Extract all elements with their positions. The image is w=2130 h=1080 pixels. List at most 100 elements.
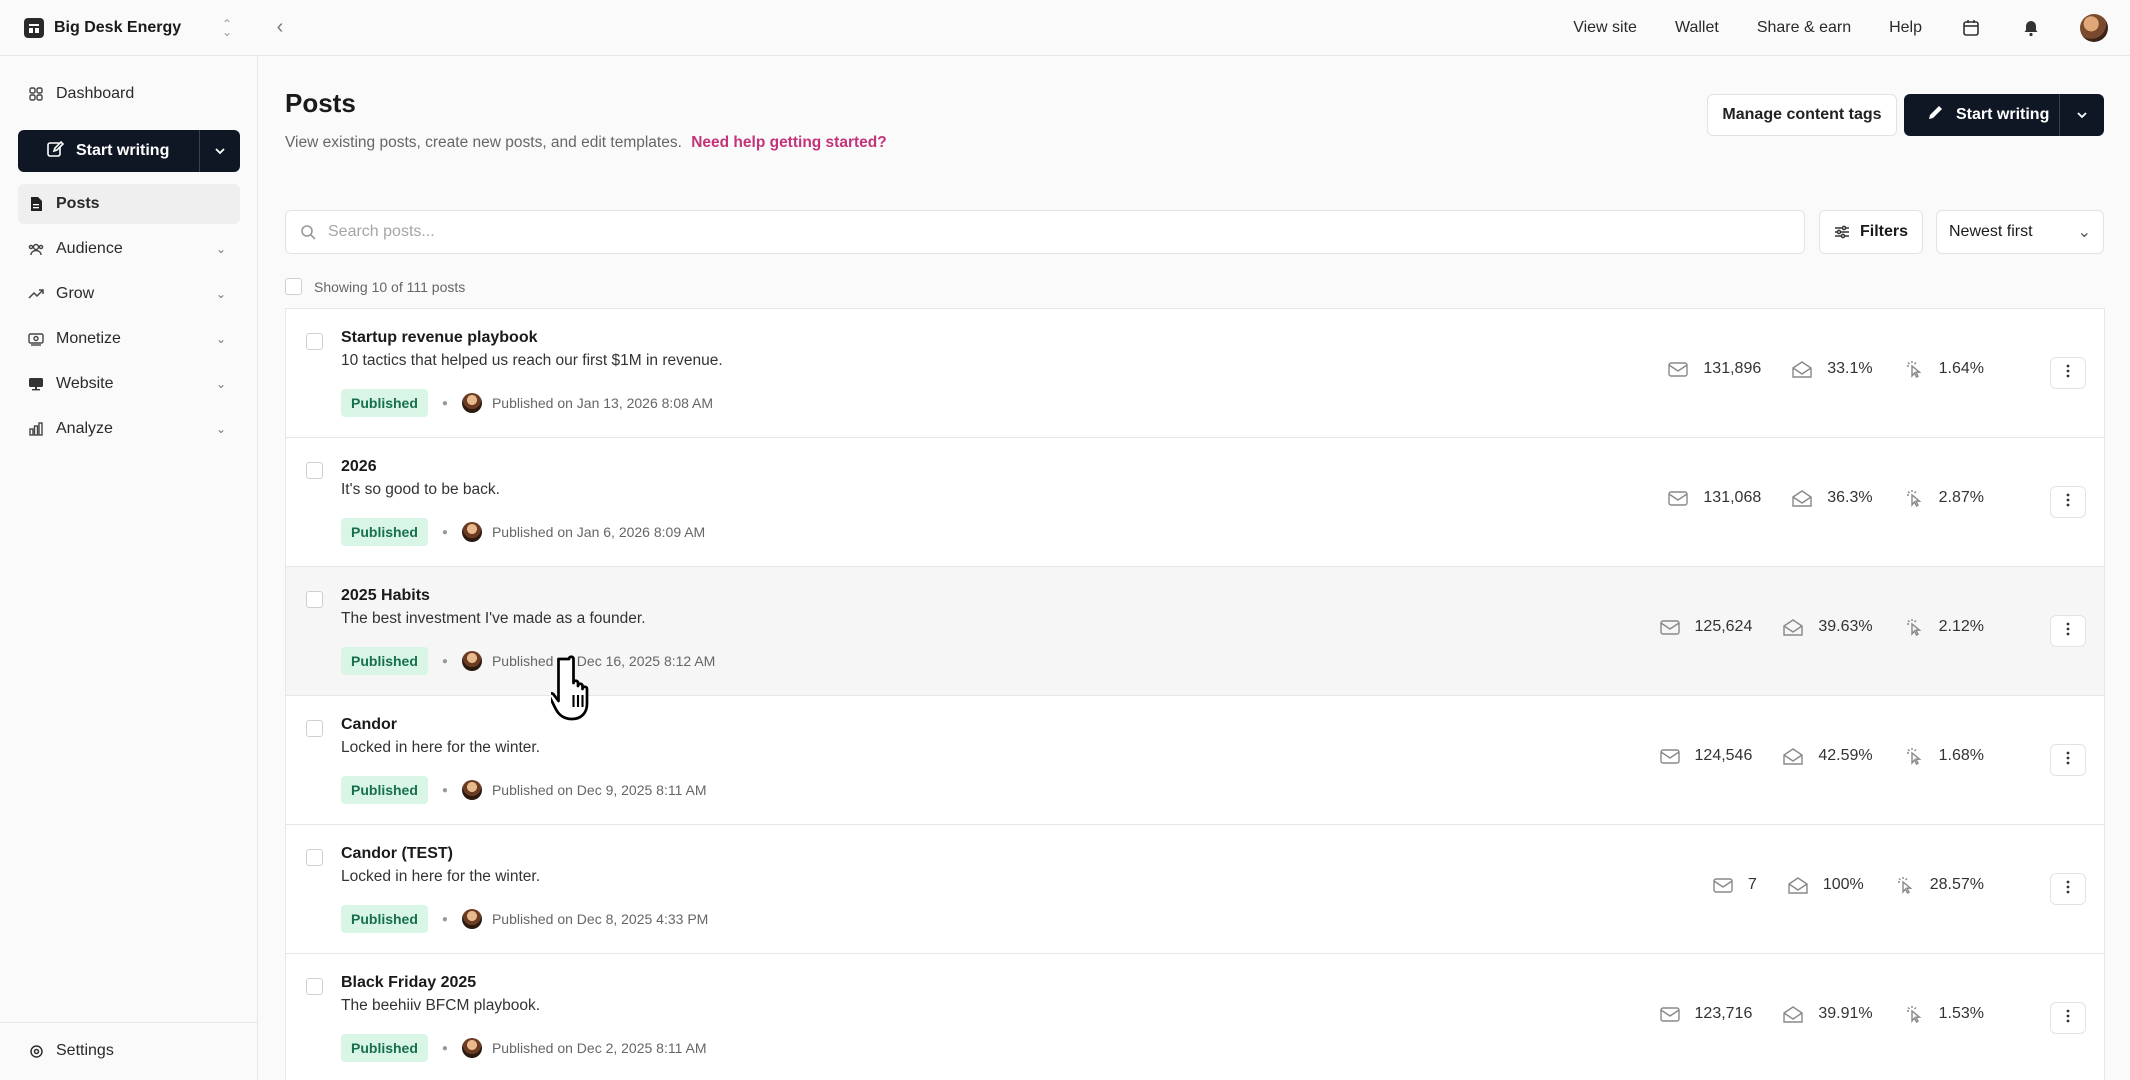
sidebar-item-label: Website [56, 375, 114, 392]
recipients-value: 131,896 [1703, 360, 1762, 377]
chevron-down-icon [215, 148, 225, 155]
post-title[interactable]: 2025 Habits [341, 587, 430, 605]
collapse-sidebar-icon[interactable]: ‹ [268, 16, 292, 39]
sort-select[interactable]: Newest first ⌄ [1936, 210, 2104, 254]
post-checkbox[interactable] [306, 591, 323, 608]
more-vertical-icon [2066, 880, 2070, 899]
workspace-switcher[interactable]: Big Desk Energy ⌃ ⌄ [0, 0, 258, 56]
post-title[interactable]: Candor (TEST) [341, 845, 453, 863]
open-rate-stat: 36.3% [1791, 489, 1873, 507]
avatar[interactable] [2080, 13, 2108, 42]
help-link[interactable]: Help [1889, 19, 1922, 37]
open-rate-stat: 100% [1787, 876, 1864, 894]
status-badge: Published [341, 518, 428, 546]
post-description: 10 tactics that helped us reach our firs… [341, 352, 723, 369]
open-rate-stat: 42.59% [1782, 747, 1873, 765]
separator-dot: ● [441, 655, 448, 667]
sidebar-item-website[interactable]: Website ⌄ [18, 364, 240, 404]
post-list: Startup revenue playbook 10 tactics that… [285, 308, 2105, 1080]
published-date: Published on Jan 13, 2026 8:08 AM [491, 395, 714, 411]
sidebar-item-posts[interactable]: Posts [18, 184, 240, 224]
author-avatar [461, 909, 482, 929]
post-row[interactable]: Black Friday 2025 The beehiiv BFCM playb… [286, 954, 2104, 1080]
published-date: Published on Dec 9, 2025 8:11 AM [491, 782, 707, 798]
start-writing-main[interactable]: Start writing [1904, 94, 2060, 136]
calendar-icon[interactable] [1960, 17, 1982, 39]
cursor-click-icon [1903, 360, 1925, 378]
more-options-button[interactable] [2050, 873, 2086, 905]
more-options-button[interactable] [2050, 1002, 2086, 1034]
more-options-button[interactable] [2050, 357, 2086, 389]
start-writing-dropdown[interactable] [200, 144, 240, 158]
wallet-link[interactable]: Wallet [1675, 19, 1719, 37]
sidebar-item-audience[interactable]: Audience ⌄ [18, 229, 240, 269]
open-rate-stat: 33.1% [1791, 360, 1873, 378]
help-getting-started-link[interactable]: Need help getting started? [691, 134, 887, 151]
post-row[interactable]: Candor (TEST) Locked in here for the win… [286, 825, 2104, 954]
mail-open-icon [1791, 489, 1813, 507]
sidebar-start-writing-button[interactable]: Start writing [18, 130, 240, 172]
post-description: The best investment I've made as a found… [341, 610, 646, 627]
post-title[interactable]: Black Friday 2025 [341, 974, 476, 992]
recipients-value: 123,716 [1694, 1005, 1753, 1022]
pencil-icon [1926, 104, 1944, 127]
more-options-button[interactable] [2050, 744, 2086, 776]
post-checkbox[interactable] [306, 978, 323, 995]
post-stats: 123,716 39.91% 1.53% [1659, 1002, 1984, 1026]
author-avatar [461, 1038, 482, 1058]
sidebar-item-analyze[interactable]: Analyze ⌄ [18, 409, 240, 449]
start-writing-label: Start writing [76, 142, 170, 159]
more-options-button[interactable] [2050, 615, 2086, 647]
click-rate-stat: 28.57% [1894, 876, 1984, 894]
search-bar[interactable] [285, 210, 1805, 254]
post-checkbox[interactable] [306, 849, 323, 866]
mail-icon [1667, 489, 1689, 507]
click-rate-value: 1.53% [1938, 1005, 1984, 1022]
post-row[interactable]: 2025 Habits The best investment I've mad… [286, 567, 2104, 696]
mail-icon [1667, 360, 1689, 378]
post-checkbox[interactable] [306, 720, 323, 737]
sidebar-item-grow[interactable]: Grow ⌄ [18, 274, 240, 314]
mail-open-icon [1782, 747, 1804, 765]
author-avatar [461, 651, 482, 671]
post-title[interactable]: Startup revenue playbook [341, 329, 538, 347]
open-rate-stat: 39.91% [1782, 1005, 1873, 1023]
sidebar-item-label: Dashboard [56, 85, 135, 102]
post-row[interactable]: Candor Locked in here for the winter. Pu… [286, 696, 2104, 825]
post-checkbox[interactable] [306, 462, 323, 479]
start-writing-dropdown[interactable] [2060, 108, 2104, 122]
post-title[interactable]: Candor [341, 716, 397, 734]
published-date: Published on Dec 2, 2025 8:11 AM [491, 1040, 707, 1056]
bell-icon[interactable] [2020, 17, 2042, 39]
post-checkbox[interactable] [306, 333, 323, 350]
mail-open-icon [1791, 360, 1813, 378]
search-input[interactable] [328, 223, 1728, 241]
post-title[interactable]: 2026 [341, 458, 377, 476]
chevron-down-icon: ⌄ [215, 422, 226, 436]
status-badge: Published [341, 389, 428, 417]
post-row[interactable]: Startup revenue playbook 10 tactics that… [286, 309, 2104, 438]
more-options-button[interactable] [2050, 486, 2086, 518]
share-earn-link[interactable]: Share & earn [1757, 19, 1851, 37]
click-rate-value: 28.57% [1929, 876, 1984, 893]
post-meta: Published ● Published on Jan 13, 2026 8:… [341, 389, 713, 417]
sidebar: Dashboard Start writing Posts Audience ⌄… [0, 56, 258, 1080]
manage-content-tags-button[interactable]: Manage content tags [1707, 94, 1897, 136]
click-rate-value: 2.12% [1938, 618, 1984, 635]
sidebar-item-settings[interactable]: Settings [18, 1031, 240, 1071]
start-writing-label: Start writing [1956, 106, 2050, 123]
post-row[interactable]: 2026 It's so good to be back. Published … [286, 438, 2104, 567]
document-icon [28, 196, 44, 212]
mail-icon [1659, 618, 1681, 636]
sidebar-item-dashboard[interactable]: Dashboard [18, 74, 240, 114]
chevron-down-icon: ⌄ [215, 332, 226, 346]
page-subtitle: View existing posts, create new posts, a… [285, 134, 887, 152]
view-site-link[interactable]: View site [1573, 19, 1637, 37]
start-writing-main[interactable]: Start writing [18, 130, 200, 172]
filters-button[interactable]: Filters [1819, 210, 1923, 254]
recipients-stat: 131,896 [1667, 360, 1761, 378]
select-all-checkbox[interactable] [285, 278, 302, 295]
sidebar-item-monetize[interactable]: Monetize ⌄ [18, 319, 240, 359]
start-writing-button[interactable]: Start writing [1904, 94, 2104, 136]
mail-icon [1659, 747, 1681, 765]
